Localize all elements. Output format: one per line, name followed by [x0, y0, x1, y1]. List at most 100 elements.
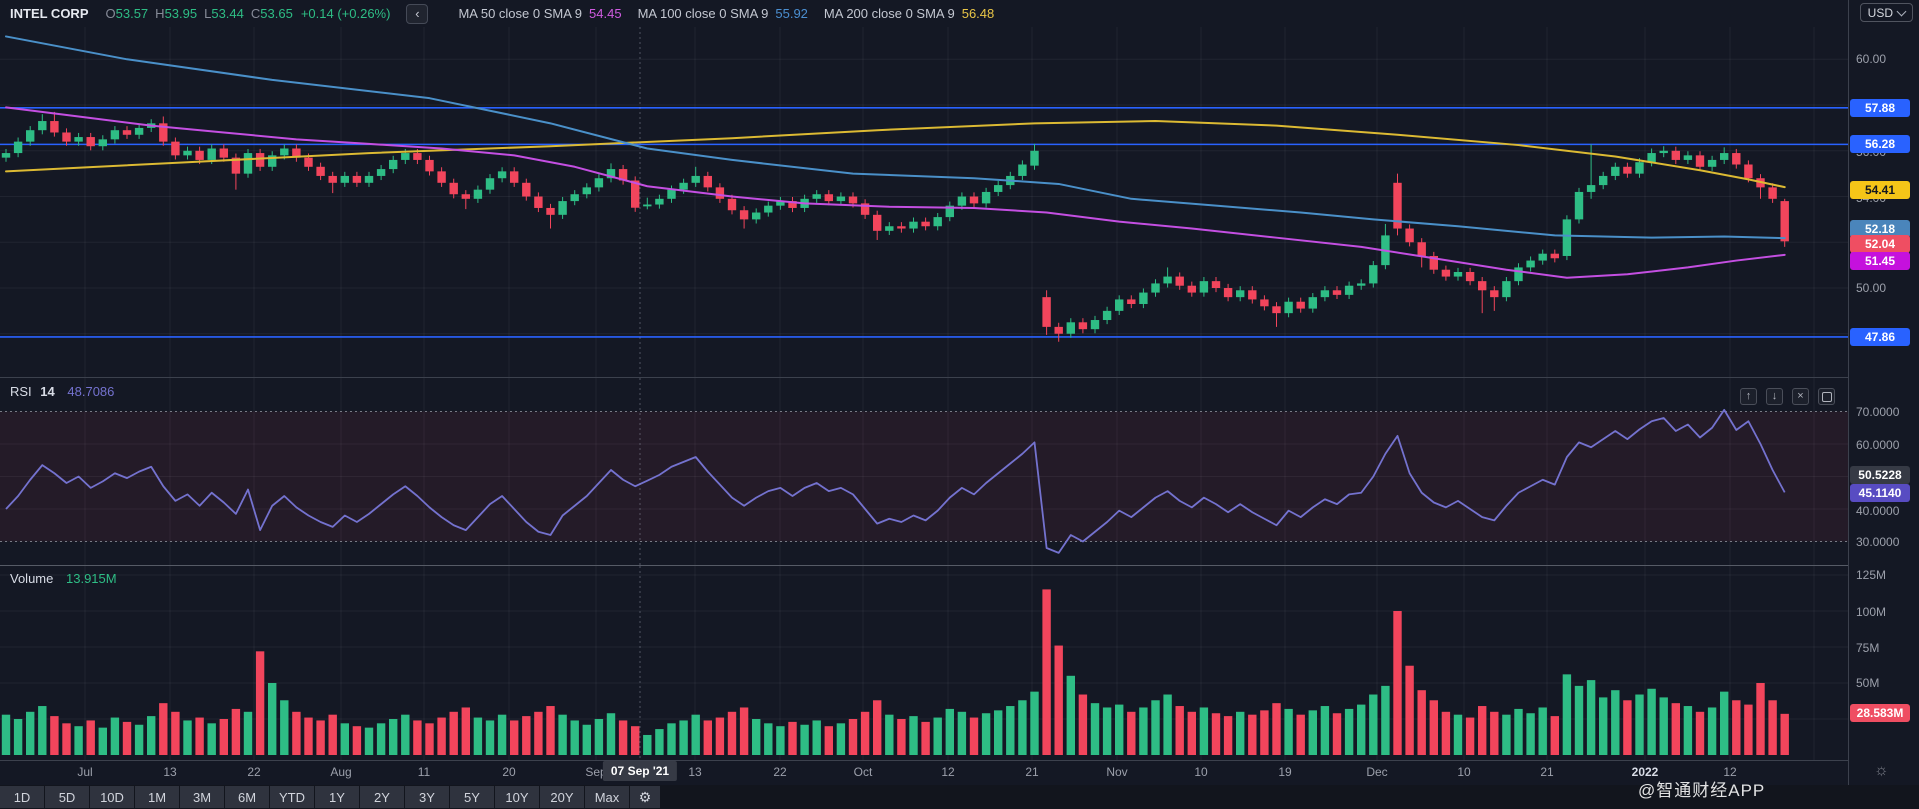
- ohlc-label: H: [155, 6, 165, 21]
- volume-legend: Volume 13.915M: [10, 571, 117, 586]
- ohlc-value: 53.57: [115, 6, 149, 21]
- rsi-value: 48.7086: [67, 384, 115, 399]
- legend-collapse-button[interactable]: ‹: [406, 3, 429, 24]
- time-axis-label: 10: [1457, 765, 1471, 779]
- rsi-pane-toolbar: ↑ ↓ ×: [1740, 388, 1835, 405]
- time-axis-label: Nov: [1106, 765, 1128, 779]
- ohlc-values: O53.57 H53.95 L53.44 C53.65: [99, 6, 293, 21]
- rsi-title: RSI: [10, 384, 32, 399]
- ma-legend-group: MA 50 close 0 SMA 9 54.45 MA 100 close 0 S…: [442, 6, 994, 21]
- range-button-1d[interactable]: 1D: [0, 786, 44, 808]
- range-button-10y[interactable]: 10Y: [495, 786, 539, 808]
- price-change: +0.14 (+0.26%): [300, 6, 391, 21]
- close-icon: ×: [1797, 390, 1804, 402]
- symbol-name: INTEL CORP: [10, 6, 89, 21]
- axis-price-badge: 47.86: [1850, 328, 1910, 346]
- volume-value: 13.915M: [66, 571, 117, 586]
- arrow-up-icon: ↑: [1745, 390, 1752, 402]
- time-axis-label: 13: [163, 765, 177, 779]
- time-axis-label: 20: [502, 765, 516, 779]
- maximize-pane-button[interactable]: [1818, 388, 1835, 405]
- time-axis-label: 10: [1194, 765, 1208, 779]
- axis-price-badge: 51.45: [1850, 252, 1910, 270]
- range-button-1y[interactable]: 1Y: [315, 786, 359, 808]
- axis-tick: 75M: [1856, 641, 1880, 655]
- axis-price-badge: 45.1140: [1850, 484, 1910, 502]
- ma-legend-label: MA 200 close 0 SMA 9: [823, 6, 955, 21]
- price-axis[interactable]: 60.0056.0054.0050.0057.8856.2854.4152.18…: [1849, 0, 1919, 785]
- time-axis-label: 12: [1723, 765, 1737, 779]
- currency-label: USD: [1867, 5, 1893, 20]
- axis-price-badge: 52.04: [1850, 235, 1910, 253]
- rsi-period: 14: [40, 384, 55, 399]
- crosshair-date-badge: 07 Sep '21: [602, 761, 678, 781]
- ma-legend-label: MA 50 close 0 SMA 9: [458, 6, 583, 21]
- range-button-20y[interactable]: 20Y: [540, 786, 584, 808]
- chevron-down-icon: [1896, 6, 1907, 16]
- time-axis-label: 21: [1025, 765, 1039, 779]
- move-pane-up-button[interactable]: ↑: [1740, 388, 1757, 405]
- axis-tick: 125M: [1856, 568, 1887, 582]
- axis-price-badge: 50.5228: [1850, 466, 1910, 484]
- volume-title: Volume: [10, 571, 54, 586]
- axis-tick: 60.0000: [1856, 438, 1900, 452]
- time-axis-label: 12: [941, 765, 955, 779]
- time-axis-label: 2022: [1631, 765, 1659, 779]
- axis-tick: 100M: [1856, 605, 1887, 619]
- time-axis[interactable]: Jul 13 22 Aug 11 20 Sep 13 22 Oct 12 21 Nov 10 19 Dec 10…: [0, 760, 1848, 785]
- range-button-max[interactable]: Max: [585, 786, 629, 808]
- axis-tick: 40.0000: [1856, 504, 1900, 518]
- range-button-10d[interactable]: 10D: [90, 786, 134, 808]
- time-axis-label: Jul: [77, 765, 93, 779]
- arrow-down-icon: ↓: [1771, 390, 1778, 402]
- axis-tick: 60.00: [1856, 52, 1887, 66]
- currency-selector[interactable]: USD: [1859, 3, 1913, 22]
- move-pane-down-button[interactable]: ↓: [1766, 388, 1783, 405]
- time-axis-label: 22: [247, 765, 261, 779]
- ohlc-value: 53.65: [260, 6, 293, 21]
- range-button-6m[interactable]: 6M: [225, 786, 269, 808]
- axis-price-badge: 57.88: [1850, 99, 1910, 117]
- price-pane-canvas[interactable]: [0, 27, 1848, 378]
- volume-pane-canvas[interactable]: [0, 566, 1848, 760]
- ma-legend-label: MA 100 close 0 SMA 9: [637, 6, 769, 21]
- axis-price-badge: 54.41: [1850, 181, 1910, 199]
- time-axis-label: 19: [1278, 765, 1292, 779]
- time-axis-label: 21: [1540, 765, 1554, 779]
- rsi-pane-canvas[interactable]: [0, 378, 1848, 566]
- pane-divider[interactable]: [0, 377, 1848, 378]
- sun-icon[interactable]: ☼: [1874, 762, 1889, 780]
- range-button-5y[interactable]: 5Y: [450, 786, 494, 808]
- time-axis-label: Aug: [330, 765, 352, 779]
- time-axis-label: Oct: [853, 765, 873, 779]
- axis-tick: 30.0000: [1856, 535, 1900, 549]
- axis-price-badge: 28.583M: [1850, 704, 1910, 722]
- ohlc-label: C: [250, 6, 261, 21]
- chart-legend: INTEL CORP O53.57 H53.95 L53.44 C53.65 +0.1…: [0, 0, 1858, 27]
- rsi-legend: RSI 14 48.7086: [10, 384, 114, 399]
- time-axis-label: Dec: [1366, 765, 1388, 779]
- close-pane-button[interactable]: ×: [1792, 388, 1809, 405]
- gear-icon[interactable]: ⚙: [630, 786, 660, 808]
- ohlc-value: 53.95: [164, 6, 198, 21]
- trading-chart-app: INTEL CORP O53.57 H53.95 L53.44 C53.65 +0.1…: [0, 0, 1919, 809]
- time-axis-label: 13: [688, 765, 702, 779]
- ma-legend-value: 54.45: [589, 6, 622, 21]
- range-button-5d[interactable]: 5D: [45, 786, 89, 808]
- axis-price-badge: 56.28: [1850, 135, 1910, 153]
- axis-tick: 50M: [1856, 676, 1880, 690]
- ohlc-value: 53.44: [211, 6, 244, 21]
- axis-tick: 70.0000: [1856, 405, 1900, 419]
- range-button-2y[interactable]: 2Y: [360, 786, 404, 808]
- pane-divider[interactable]: [0, 565, 1848, 566]
- range-button-ytd[interactable]: YTD: [270, 786, 314, 808]
- range-toolbar: 1D 5D 10D 1M 3M 6M YTD 1Y 2Y 3Y 5Y 10Y 20Y Max ⚙: [0, 785, 1919, 809]
- range-button-3y[interactable]: 3Y: [405, 786, 449, 808]
- time-axis-label: 22: [773, 765, 787, 779]
- time-axis-label: 11: [417, 765, 431, 779]
- axis-tick: 50.00: [1856, 281, 1887, 295]
- range-button-1m[interactable]: 1M: [135, 786, 179, 808]
- ma-legend-value: 56.48: [961, 6, 995, 21]
- range-button-3m[interactable]: 3M: [180, 786, 224, 808]
- ma-legend-value: 55.92: [775, 6, 808, 21]
